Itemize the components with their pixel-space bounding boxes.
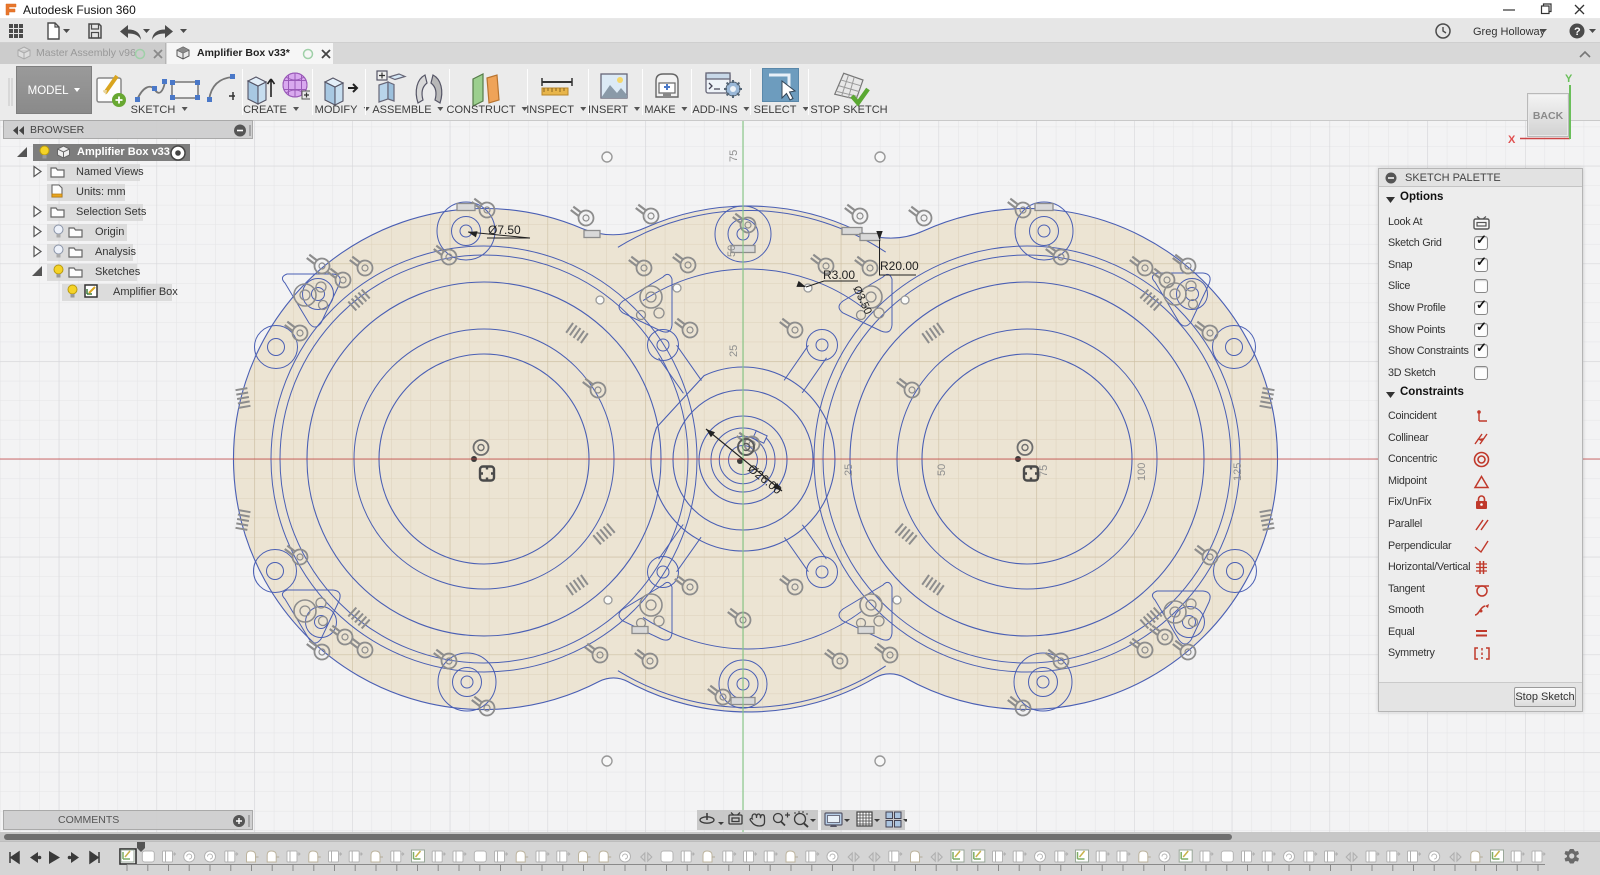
svg-text:25: 25 xyxy=(728,345,740,357)
svg-text:?: ? xyxy=(1574,26,1581,38)
svg-text:25: 25 xyxy=(843,464,855,476)
svg-text:Y: Y xyxy=(1565,73,1573,85)
svg-text:Ø7.50: Ø7.50 xyxy=(488,223,521,237)
svg-text:50: 50 xyxy=(936,464,948,476)
svg-text:125: 125 xyxy=(1232,463,1244,481)
svg-text:50: 50 xyxy=(726,245,738,257)
svg-text:R20.00: R20.00 xyxy=(880,259,919,273)
svg-text:X: X xyxy=(1508,134,1516,146)
svg-text:75: 75 xyxy=(728,150,740,162)
svg-text:Greg Holloway: Greg Holloway xyxy=(1473,26,1546,38)
svg-text:100: 100 xyxy=(1136,463,1148,481)
svg-text:R3.00: R3.00 xyxy=(823,268,855,282)
svg-text:75: 75 xyxy=(1038,465,1050,477)
